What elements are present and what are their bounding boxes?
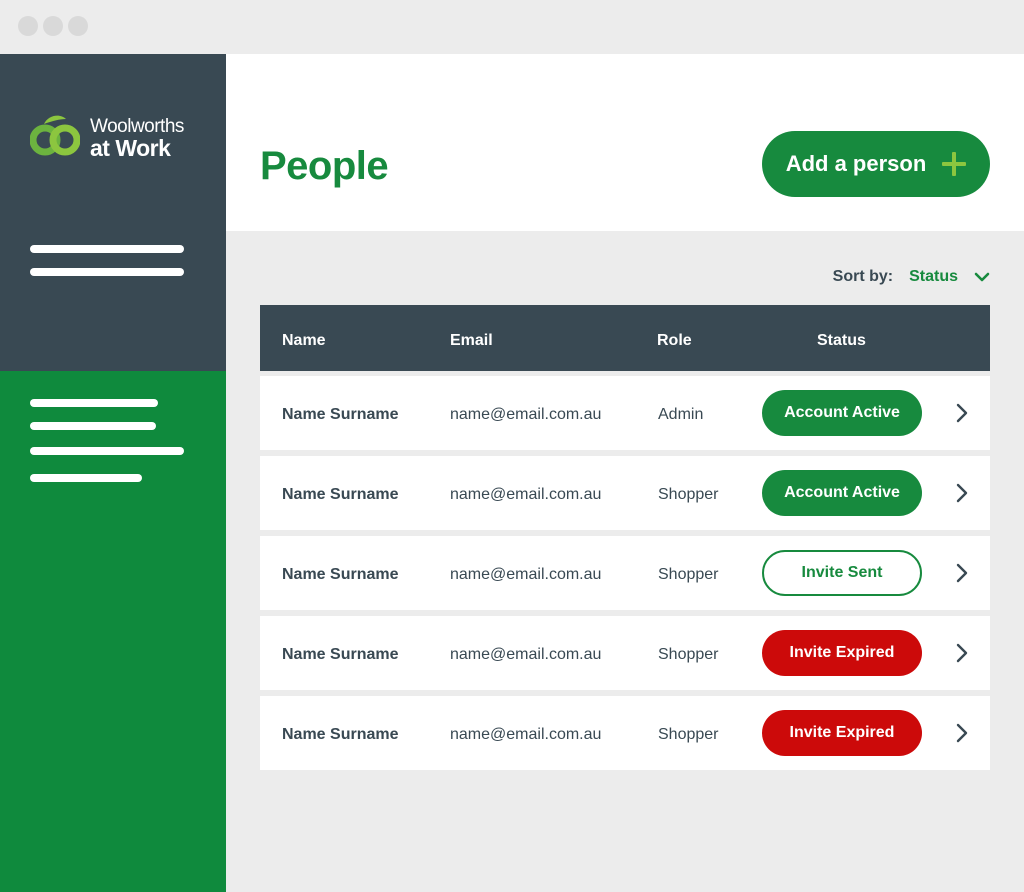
status-badge: Invite Expired (762, 710, 922, 756)
woolworths-logo-icon (30, 115, 80, 156)
column-header-role[interactable]: Role (657, 332, 692, 350)
add-person-label: Add a person (785, 151, 927, 176)
table-row[interactable]: Name Surname name@email.com.au Admin Acc… (260, 376, 990, 450)
person-name: Name Surname (282, 406, 399, 423)
column-header-status[interactable]: Status (817, 332, 866, 350)
sort-label: Sort by: (832, 268, 894, 285)
person-email: name@email.com.au (450, 406, 602, 423)
chevron-right-icon[interactable] (954, 403, 970, 423)
brand-name-line2: at Work (90, 135, 171, 161)
nav-placeholder-line[interactable] (30, 245, 184, 253)
sort-control: Sort by: Status (833, 268, 990, 286)
person-email: name@email.com.au (450, 566, 602, 583)
nav-placeholder-line[interactable] (30, 474, 142, 482)
person-email: name@email.com.au (450, 726, 602, 743)
page-title: People (260, 144, 389, 188)
brand-logo[interactable]: Woolworths at Work (30, 113, 200, 163)
nav-placeholder-line[interactable] (30, 399, 158, 407)
window-close-dot[interactable] (18, 16, 38, 36)
person-role: Shopper (658, 486, 719, 503)
person-name: Name Surname (282, 726, 399, 743)
person-role: Shopper (658, 726, 719, 743)
add-person-button[interactable]: Add a person (762, 131, 990, 197)
chevron-down-icon[interactable] (974, 269, 990, 285)
nav-placeholder-line[interactable] (30, 447, 184, 455)
person-role: Admin (658, 406, 704, 423)
plus-icon (942, 152, 967, 176)
sidebar-header (0, 54, 226, 371)
person-name: Name Surname (282, 646, 399, 663)
window-maximize-dot[interactable] (68, 16, 88, 36)
sort-select[interactable]: Status (909, 268, 958, 286)
window-minimize-dot[interactable] (43, 16, 63, 36)
column-header-name[interactable]: Name (282, 332, 326, 350)
column-header-email[interactable]: Email (450, 332, 493, 350)
person-email: name@email.com.au (450, 646, 602, 663)
status-badge: Account Active (762, 470, 922, 516)
person-role: Shopper (658, 646, 719, 663)
status-badge: Invite Expired (762, 630, 922, 676)
nav-placeholder-line[interactable] (30, 422, 156, 430)
person-name: Name Surname (282, 566, 399, 583)
nav-placeholder-line[interactable] (30, 268, 184, 276)
window-titlebar (0, 0, 1024, 54)
chevron-right-icon[interactable] (954, 563, 970, 583)
page-header: People Add a person (226, 54, 1024, 231)
status-badge: Invite Sent (762, 550, 922, 596)
person-role: Shopper (658, 566, 719, 583)
table-row[interactable]: Name Surname name@email.com.au Shopper I… (260, 696, 990, 770)
table-header: Name Email Role Status (260, 305, 990, 371)
table-row[interactable]: Name Surname name@email.com.au Shopper I… (260, 616, 990, 690)
chevron-right-icon[interactable] (954, 643, 970, 663)
person-email: name@email.com.au (450, 486, 602, 503)
person-name: Name Surname (282, 486, 399, 503)
status-badge: Account Active (762, 390, 922, 436)
chevron-right-icon[interactable] (954, 483, 970, 503)
chevron-right-icon[interactable] (954, 723, 970, 743)
table-row[interactable]: Name Surname name@email.com.au Shopper I… (260, 536, 990, 610)
table-row[interactable]: Name Surname name@email.com.au Shopper A… (260, 456, 990, 530)
